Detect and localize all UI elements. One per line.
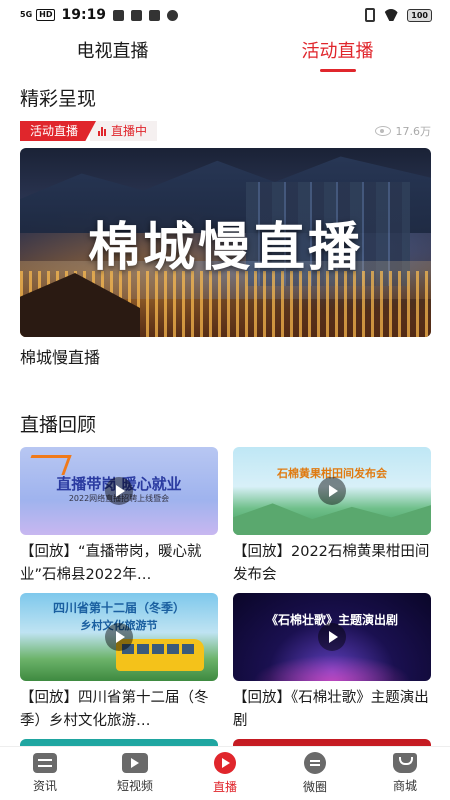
replay-card[interactable]: 四川省第十二届（冬季） 乡村文化旅游节 【回放】四川省第十二届（冬季）乡村文化旅… (20, 593, 218, 733)
replay-title[interactable]: 【回放】《石棉壮歌》主题演出剧 (233, 687, 431, 733)
nav-news[interactable]: 资讯 (0, 747, 90, 800)
signal-indicator: 5G (20, 10, 33, 19)
play-icon[interactable] (105, 623, 133, 651)
replay-section-title: 直播回顾 (20, 414, 97, 436)
hd-indicator: HD (36, 9, 56, 21)
nav-circle[interactable]: 微圈 (270, 747, 360, 800)
vibrate-icon (365, 8, 376, 22)
play-icon[interactable] (105, 477, 133, 505)
mail-notification-icon (113, 9, 125, 21)
replay-thumbnail[interactable]: 石棉黄果柑田间发布会 (233, 447, 431, 535)
wifi-icon (383, 9, 399, 21)
bottom-nav: 资讯 短视频 直播 微圈 商城 (0, 746, 450, 800)
replay-card[interactable]: 《石棉壮歌》主题演出剧 【回放】《石棉壮歌》主题演出剧 (233, 593, 431, 733)
view-count-value: 17.6万 (395, 125, 432, 138)
featured-caption[interactable]: 棉城慢直播 (20, 344, 100, 368)
replay-title[interactable]: 【回放】四川省第十二届（冬季）乡村文化旅游… (20, 687, 218, 733)
featured-section-title: 精彩呈现 (20, 88, 97, 110)
nav-mall[interactable]: 商城 (360, 747, 450, 800)
video-camera-icon (122, 753, 148, 773)
play-icon[interactable] (318, 477, 346, 505)
replay-thumbnail[interactable]: 直播带岗 暖心就业 2022网络直播招聘上线暨会 (20, 447, 218, 535)
news-icon (33, 753, 57, 773)
replay-card[interactable]: 石棉黄果柑田间发布会 【回放】2022石棉黄果柑田间发布会 (233, 447, 431, 587)
play-icon[interactable] (318, 623, 346, 651)
nav-live[interactable]: 直播 (180, 747, 270, 800)
thumbnail-text: 四川省第十二届（冬季） (52, 601, 185, 615)
live-play-icon (214, 752, 236, 774)
view-count: 17.6万 (374, 123, 432, 139)
check-notification-icon (167, 9, 179, 21)
live-status-badge: 直播中 (90, 121, 158, 141)
chat-circle-icon (304, 752, 326, 774)
nav-live-label: 直播 (212, 780, 237, 794)
status-bar: 5G HD 19:19 100 (0, 0, 450, 30)
replay-title[interactable]: 【回放】“直播带岗，暖心就业”石棉县2022年… (20, 541, 218, 587)
top-tab-bar: 电视直播 活动直播 (0, 36, 450, 72)
nav-short-video[interactable]: 短视频 (90, 747, 180, 800)
live-bars-icon (98, 126, 107, 136)
featured-image-title: 棉城慢直播 (87, 217, 363, 278)
category-badge: 活动直播 (20, 121, 97, 141)
usb-icon (149, 9, 161, 21)
tab-tv-live[interactable]: 电视直播 (0, 36, 225, 72)
status-time: 19:19 (61, 7, 107, 23)
live-status-label: 直播中 (111, 124, 148, 138)
featured-live-image[interactable]: 棉城慢直播 (20, 148, 431, 337)
replay-card[interactable]: 直播带岗 暖心就业 2022网络直播招聘上线暨会 【回放】“直播带岗，暖心就业”… (20, 447, 218, 587)
shopping-bag-icon (393, 753, 417, 773)
nav-short-video-label: 短视频 (116, 779, 153, 793)
nav-news-label: 资讯 (32, 779, 57, 793)
nav-mall-label: 商城 (392, 779, 417, 793)
app-notification-icon (131, 9, 143, 21)
replay-thumbnail[interactable]: 《石棉壮歌》主题演出剧 (233, 593, 431, 681)
eye-icon (374, 126, 391, 136)
battery-indicator: 100 (407, 8, 432, 22)
replay-thumbnail[interactable]: 四川省第十二届（冬季） 乡村文化旅游节 (20, 593, 218, 681)
featured-badge-row: 活动直播 直播中 17.6万 (20, 121, 431, 141)
replay-title[interactable]: 【回放】2022石棉黄果柑田间发布会 (233, 541, 431, 587)
nav-circle-label: 微圈 (302, 780, 327, 794)
tab-event-live[interactable]: 活动直播 (225, 36, 450, 72)
